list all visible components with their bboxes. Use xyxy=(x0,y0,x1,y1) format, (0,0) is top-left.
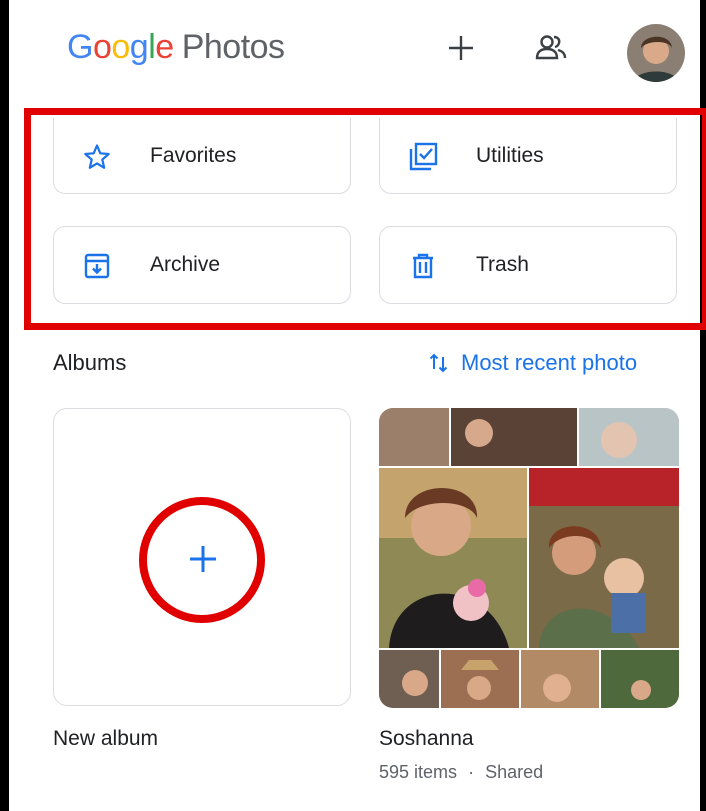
favorites-button[interactable]: Favorites xyxy=(53,118,351,194)
album-collage-image xyxy=(379,408,679,708)
logo-product-name: Photos xyxy=(181,28,285,66)
logo-letter: o xyxy=(111,28,130,66)
sort-arrows-icon xyxy=(429,353,448,373)
utilities-label: Utilities xyxy=(476,143,544,167)
google-photos-logo[interactable]: Google Photos xyxy=(67,28,285,67)
trash-label: Trash xyxy=(476,253,529,276)
create-button[interactable] xyxy=(441,28,481,68)
trash-button[interactable]: Trash xyxy=(379,226,677,304)
meta-separator: · xyxy=(468,762,475,782)
archive-label: Archive xyxy=(150,253,221,276)
star-outline-icon xyxy=(82,142,112,172)
sharing-button[interactable] xyxy=(531,28,571,68)
plus-icon xyxy=(449,36,473,60)
logo-letter: o xyxy=(92,28,112,66)
logo-letter: e xyxy=(155,28,174,66)
album-cover-soshanna[interactable] xyxy=(379,408,679,708)
album-meta: 595 items · Shared xyxy=(379,762,543,783)
favorites-label: Favorites xyxy=(150,143,237,167)
utilities-checklist-icon xyxy=(408,142,438,172)
logo-letter: G xyxy=(67,28,93,66)
archive-button[interactable]: Archive xyxy=(53,226,351,304)
new-album-label: New album xyxy=(53,727,159,750)
top-app-bar: Google Photos xyxy=(9,0,700,100)
archive-icon xyxy=(82,251,112,281)
sort-albums-button[interactable]: Most recent photo xyxy=(427,350,637,376)
utilities-button[interactable]: Utilities xyxy=(379,118,677,194)
albums-section-title: Albums xyxy=(53,350,127,375)
app-window: Google Photos Favorites Utilities Archiv… xyxy=(7,0,706,811)
album-title[interactable]: Soshanna xyxy=(379,727,474,751)
trash-icon xyxy=(408,251,438,281)
account-avatar[interactable] xyxy=(627,24,685,82)
sort-albums-label: Most recent photo xyxy=(461,350,638,375)
logo-letter: g xyxy=(129,28,149,66)
plus-icon xyxy=(190,546,216,572)
album-item-count: 595 items xyxy=(379,762,458,782)
people-icon xyxy=(535,35,567,60)
album-shared-status: Shared xyxy=(485,762,544,782)
